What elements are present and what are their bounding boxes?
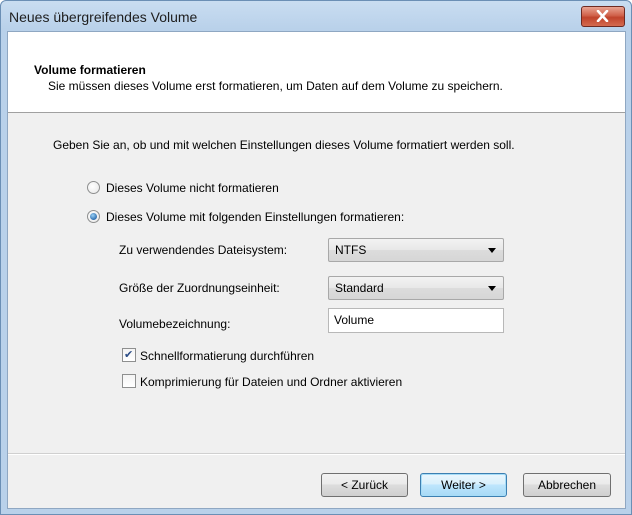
header-subtitle: Sie müssen dieses Volume erst formatiere…: [48, 79, 503, 93]
chevron-down-icon: [488, 248, 496, 253]
no-format-radio[interactable]: [87, 181, 100, 194]
back-button[interactable]: < Zurück: [321, 473, 408, 497]
cancel-button[interactable]: Abbrechen: [523, 473, 611, 497]
compression-checkbox[interactable]: [122, 374, 136, 388]
allocation-value: Standard: [335, 281, 384, 295]
instructions-text: Geben Sie an, ob und mit welchen Einstel…: [53, 138, 515, 152]
filesystem-label: Zu verwendendes Dateisystem:: [119, 243, 288, 257]
volume-label-label: Volumebezeichnung:: [119, 317, 231, 331]
wizard-header: Volume formatieren Sie müssen dieses Vol…: [8, 32, 625, 113]
allocation-label: Größe der Zuordnungseinheit:: [119, 281, 280, 295]
dialog-window: Neues übergreifendes Volume Volume forma…: [0, 0, 632, 515]
checkmark-icon: ✔: [124, 348, 134, 361]
footer-divider: [8, 453, 625, 455]
quick-format-checkbox[interactable]: ✔: [122, 348, 136, 362]
chevron-down-icon: [488, 286, 496, 291]
wizard-body: Volume formatieren Sie müssen dieses Vol…: [7, 31, 626, 509]
title-bar[interactable]: Neues übergreifendes Volume: [1, 1, 631, 31]
close-icon: [596, 10, 609, 22]
filesystem-dropdown[interactable]: NTFS: [328, 238, 504, 262]
window-title: Neues übergreifendes Volume: [9, 9, 198, 25]
next-button[interactable]: Weiter >: [420, 473, 507, 497]
volume-label-value: Volume: [334, 313, 375, 327]
allocation-dropdown[interactable]: Standard: [328, 276, 504, 300]
no-format-label[interactable]: Dieses Volume nicht formatieren: [106, 181, 279, 195]
header-title: Volume formatieren: [34, 63, 146, 77]
filesystem-value: NTFS: [335, 243, 367, 257]
format-label[interactable]: Dieses Volume mit folgenden Einstellunge…: [106, 210, 404, 224]
close-button[interactable]: [581, 6, 625, 27]
volume-label-input[interactable]: Volume: [328, 308, 504, 333]
quick-format-label[interactable]: Schnellformatierung durchführen: [140, 349, 314, 363]
format-radio[interactable]: [87, 210, 100, 223]
compression-label[interactable]: Komprimierung für Dateien und Ordner akt…: [140, 375, 402, 389]
